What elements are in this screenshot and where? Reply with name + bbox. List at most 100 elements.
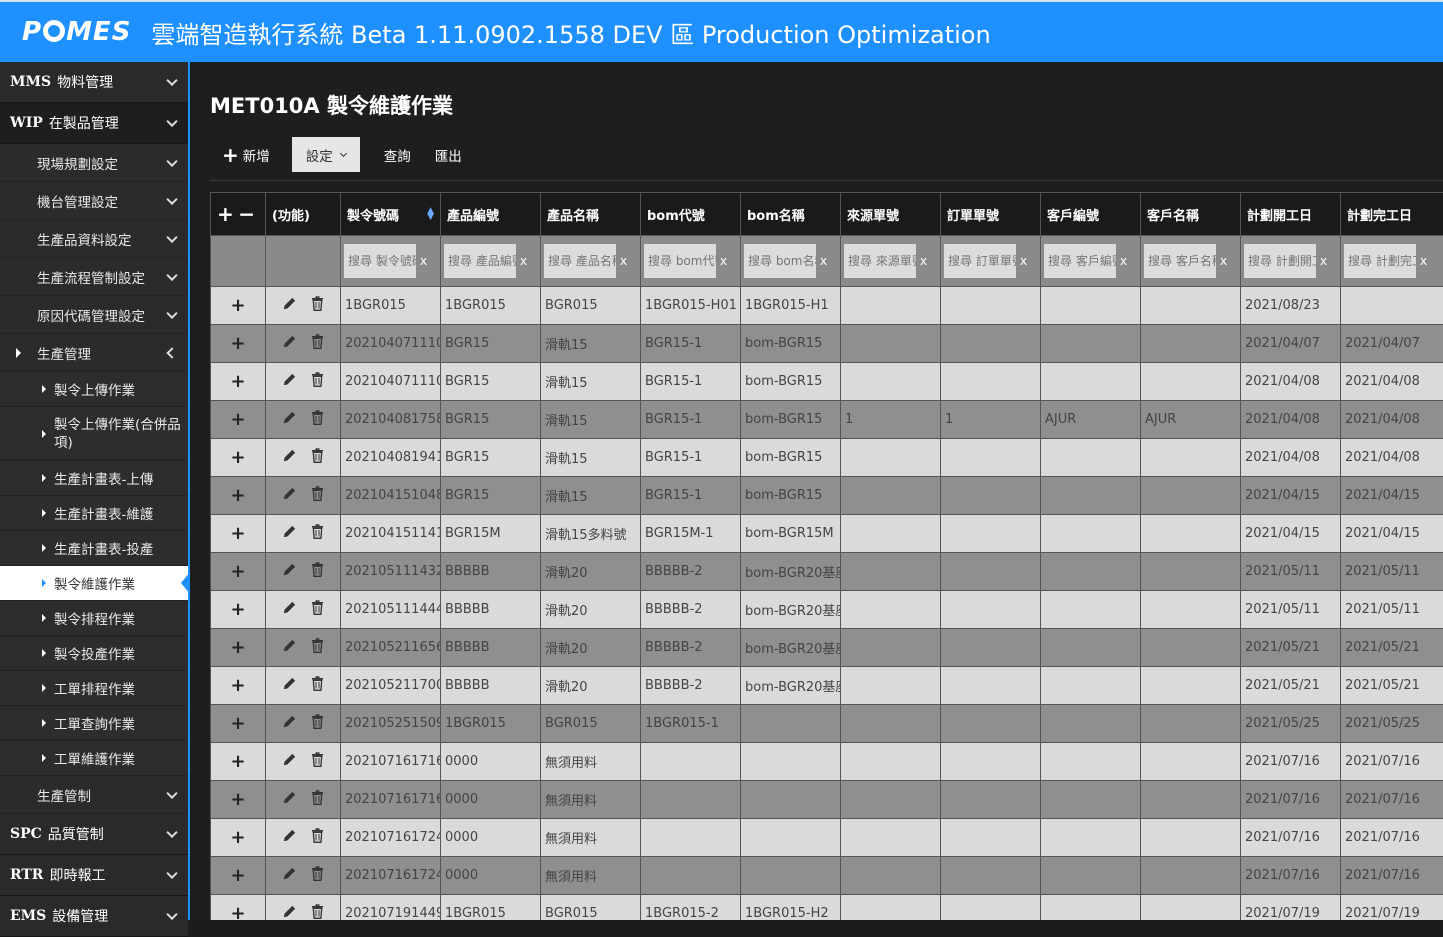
filter-input-7[interactable]: [1044, 244, 1116, 278]
table-row[interactable]: +20210408175845BGR15滑軌15BGR15-1bom-BGR15…: [211, 401, 1443, 439]
table-row[interactable]: +202107161716110000無須用料2021/07/162021/07…: [211, 743, 1443, 781]
edit-icon[interactable]: [282, 790, 297, 809]
edit-icon[interactable]: [282, 714, 297, 733]
edit-icon[interactable]: [282, 752, 297, 771]
column-header-2[interactable]: 產品名稱: [541, 193, 641, 236]
table-row[interactable]: +1BGR0151BGR015BGR0151BGR015-H011BGR015-…: [211, 287, 1443, 325]
sidebar-item-1[interactable]: 機台管理設定: [0, 182, 188, 220]
clear-filter-icon[interactable]: x: [420, 254, 427, 268]
delete-icon[interactable]: [311, 866, 324, 885]
sidebar-item-5[interactable]: 生產管理: [0, 334, 188, 372]
expand-all-icon[interactable]: +: [217, 202, 234, 226]
sidebar-section-bottom-0[interactable]: SPC品質管制: [0, 814, 188, 855]
clear-filter-icon[interactable]: x: [820, 254, 827, 268]
expand-row-icon[interactable]: +: [230, 447, 245, 468]
table-row[interactable]: +202107161724310000無須用料2021/07/162021/07…: [211, 857, 1443, 895]
sidebar-leaf-8[interactable]: 工單排程作業: [0, 671, 188, 706]
expand-row-icon[interactable]: +: [230, 751, 245, 772]
delete-icon[interactable]: [311, 562, 324, 581]
sidebar-leaf-3[interactable]: 生產計畫表-維護: [0, 496, 188, 531]
sidebar-leaf-4[interactable]: 生產計畫表-投產: [0, 531, 188, 566]
sort-icon[interactable]: ▲▼: [427, 208, 434, 220]
delete-icon[interactable]: [311, 600, 324, 619]
table-row[interactable]: +20210521165638BBBBB滑軌20BBBBB-2bom-BGR20…: [211, 629, 1443, 667]
expand-row-icon[interactable]: +: [230, 485, 245, 506]
expand-row-icon[interactable]: +: [230, 333, 245, 354]
delete-icon[interactable]: [311, 638, 324, 657]
sidebar-leaf-7[interactable]: 製令投產作業: [0, 636, 188, 671]
expand-row-icon[interactable]: +: [230, 295, 245, 316]
delete-icon[interactable]: [311, 790, 324, 809]
delete-icon[interactable]: [311, 410, 324, 429]
sidebar-item-0[interactable]: 現場規劃設定: [0, 144, 188, 182]
expand-row-icon[interactable]: +: [230, 675, 245, 696]
edit-icon[interactable]: [282, 372, 297, 391]
edit-icon[interactable]: [282, 296, 297, 315]
delete-icon[interactable]: [311, 714, 324, 733]
query-button[interactable]: 查詢: [372, 137, 423, 172]
table-row[interactable]: +202107161716120000無須用料2021/07/162021/07…: [211, 781, 1443, 819]
table-row[interactable]: +20210415104802BGR15滑軌15BGR15-1bom-BGR15…: [211, 477, 1443, 515]
edit-icon[interactable]: [282, 448, 297, 467]
clear-filter-icon[interactable]: x: [1220, 254, 1227, 268]
delete-icon[interactable]: [311, 486, 324, 505]
clear-filter-icon[interactable]: x: [520, 254, 527, 268]
column-header-7[interactable]: 客戶編號: [1041, 193, 1141, 236]
expand-row-icon[interactable]: +: [230, 713, 245, 734]
edit-icon[interactable]: [282, 904, 297, 920]
sidebar-leaf-1[interactable]: 製令上傳作業(合併品項): [0, 407, 188, 461]
delete-icon[interactable]: [311, 372, 324, 391]
column-header-5[interactable]: 來源單號: [841, 193, 941, 236]
table-row[interactable]: +20210511144409BBBBB滑軌20BBBBB-2bom-BGR20…: [211, 591, 1443, 629]
table-row[interactable]: +202107191449401BGR015BGR0151BGR015-21BG…: [211, 895, 1443, 921]
sidebar-section-0[interactable]: MMS物料管理: [0, 62, 188, 103]
column-header-0[interactable]: 製令號碼▲▼: [341, 193, 441, 236]
table-row[interactable]: +202107161724300000無須用料2021/07/162021/07…: [211, 819, 1443, 857]
clear-filter-icon[interactable]: x: [920, 254, 927, 268]
table-row[interactable]: +20210407111047BGR15滑軌15BGR15-1bom-BGR15…: [211, 325, 1443, 363]
sidebar-leaf-5[interactable]: 製令維護作業: [0, 566, 188, 601]
column-header-6[interactable]: 訂單單號: [941, 193, 1041, 236]
sidebar-item-control[interactable]: 生產管制: [0, 776, 188, 814]
edit-icon[interactable]: [282, 676, 297, 695]
column-header-10[interactable]: 計劃完工日: [1341, 193, 1443, 236]
delete-icon[interactable]: [311, 296, 324, 315]
filter-input-2[interactable]: [544, 244, 616, 278]
clear-filter-icon[interactable]: x: [1420, 254, 1427, 268]
table-row[interactable]: +20210407111047BGR15滑軌15BGR15-1bom-BGR15…: [211, 363, 1443, 401]
filter-input-3[interactable]: [644, 244, 716, 278]
delete-icon[interactable]: [311, 828, 324, 847]
edit-icon[interactable]: [282, 828, 297, 847]
clear-filter-icon[interactable]: x: [1120, 254, 1127, 268]
sidebar-section-1[interactable]: WIP在製品管理: [0, 103, 188, 144]
sidebar-leaf-9[interactable]: 工單查詢作業: [0, 706, 188, 741]
delete-icon[interactable]: [311, 904, 324, 920]
settings-dropdown[interactable]: 設定: [292, 137, 360, 172]
expand-collapse-all[interactable]: + −: [211, 193, 266, 236]
expand-row-icon[interactable]: +: [230, 789, 245, 810]
delete-icon[interactable]: [311, 676, 324, 695]
add-button[interactable]: +新增: [210, 137, 282, 172]
edit-icon[interactable]: [282, 334, 297, 353]
filter-input-4[interactable]: [744, 244, 816, 278]
delete-icon[interactable]: [311, 334, 324, 353]
sidebar-section-bottom-2[interactable]: EMS設備管理: [0, 896, 188, 937]
filter-input-6[interactable]: [944, 244, 1016, 278]
table-row[interactable]: +202105251509411BGR015BGR0151BGR015-1202…: [211, 705, 1443, 743]
expand-row-icon[interactable]: +: [230, 561, 245, 582]
edit-icon[interactable]: [282, 600, 297, 619]
sidebar-leaf-6[interactable]: 製令排程作業: [0, 601, 188, 636]
edit-icon[interactable]: [282, 638, 297, 657]
expand-row-icon[interactable]: +: [230, 409, 245, 430]
clear-filter-icon[interactable]: x: [620, 254, 627, 268]
sidebar-section-bottom-1[interactable]: RTR即時報工: [0, 855, 188, 896]
edit-icon[interactable]: [282, 562, 297, 581]
table-row[interactable]: +20210521170058BBBBB滑軌20BBBBB-2bom-BGR20…: [211, 667, 1443, 705]
column-header-3[interactable]: bom代號: [641, 193, 741, 236]
delete-icon[interactable]: [311, 752, 324, 771]
expand-row-icon[interactable]: +: [230, 637, 245, 658]
column-header-4[interactable]: bom名稱: [741, 193, 841, 236]
filter-input-10[interactable]: [1344, 244, 1416, 278]
column-header-9[interactable]: 計劃開工日: [1241, 193, 1341, 236]
sidebar-item-4[interactable]: 原因代碼管理設定: [0, 296, 188, 334]
